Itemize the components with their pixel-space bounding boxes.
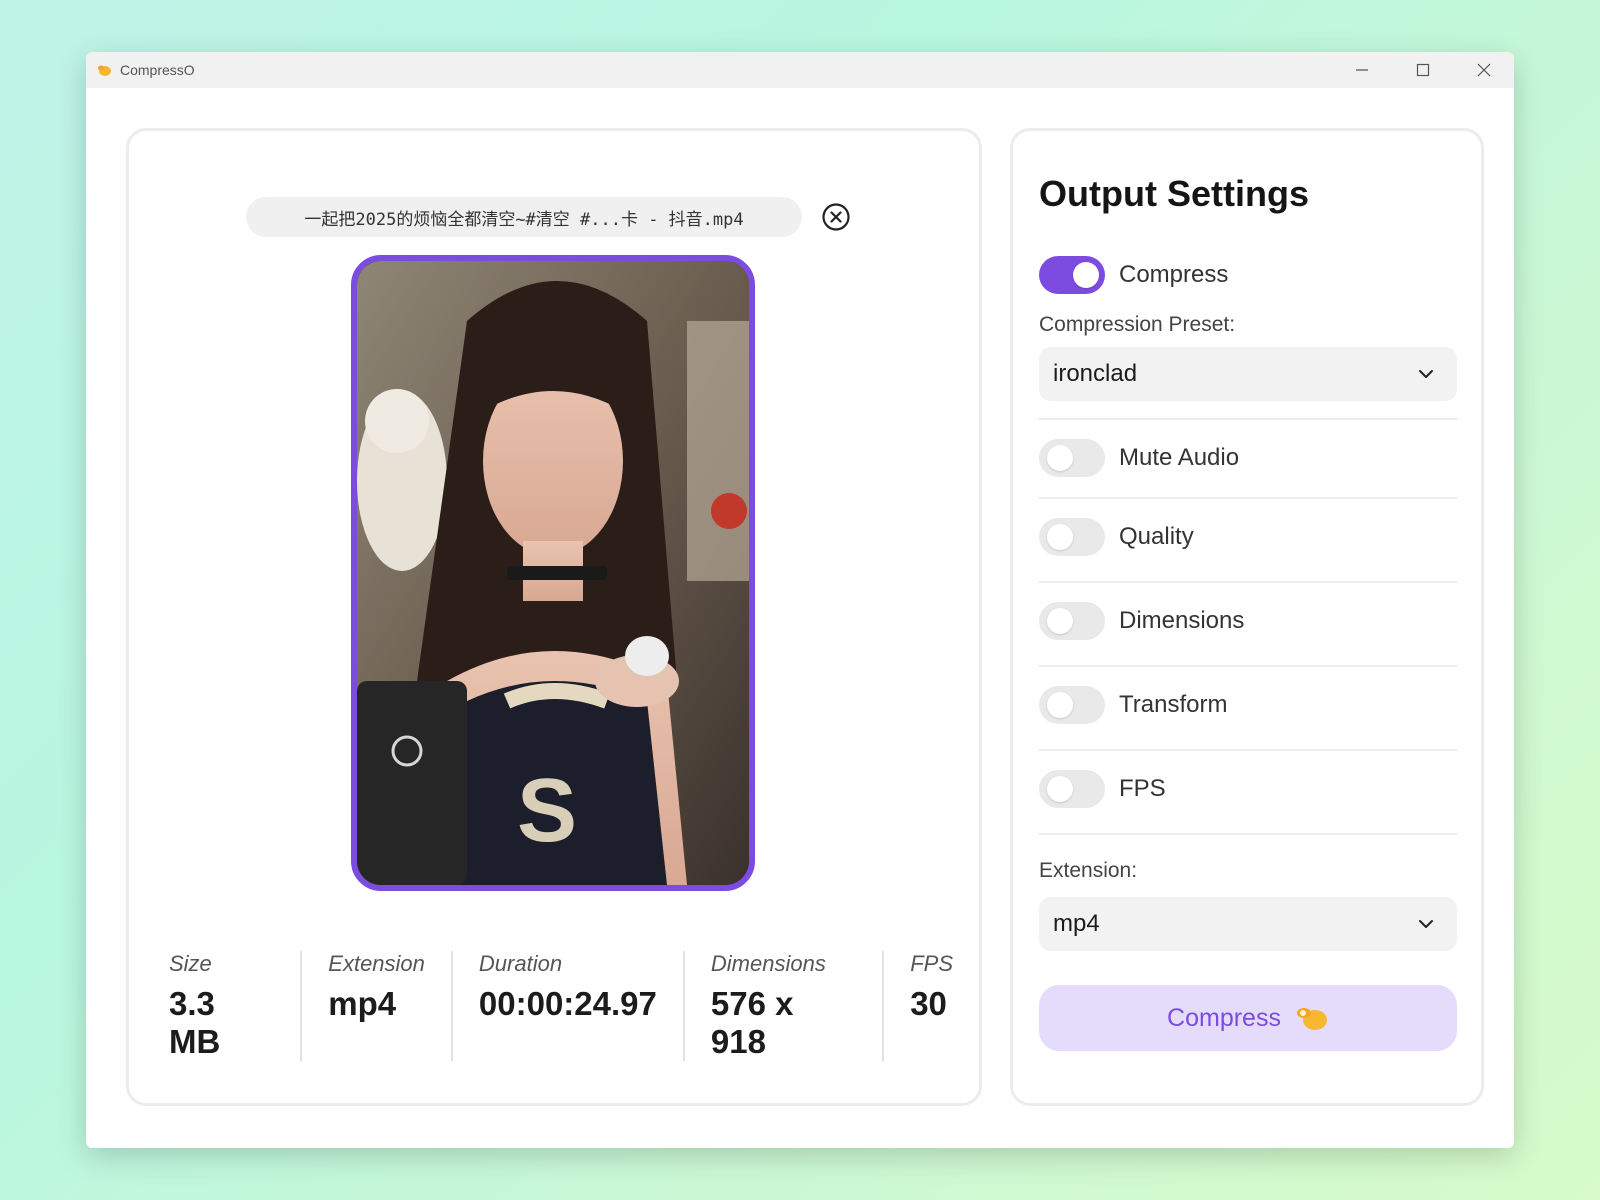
meta-duration: Duration 00:00:24.97: [450, 951, 683, 1061]
meta-dimensions: Dimensions 576 x 918: [682, 951, 882, 1061]
quality-label: Quality: [1119, 523, 1194, 550]
divider: [1039, 749, 1457, 751]
divider: [1039, 581, 1457, 583]
svg-text:S: S: [517, 761, 577, 861]
minimize-icon: [1355, 69, 1368, 71]
divider: [1039, 418, 1457, 420]
chevron-down-icon: [1419, 370, 1433, 378]
minimize-button[interactable]: [1331, 52, 1392, 88]
extension-value: mp4: [1053, 910, 1100, 937]
fps-toggle[interactable]: [1039, 770, 1105, 808]
file-name: 一起把2025的烦恼全都清空~#清空 #...卡 - 抖音.mp4: [246, 197, 802, 237]
dimensions-toggle[interactable]: [1039, 602, 1105, 640]
compress-toggle-label: Compress: [1119, 261, 1229, 288]
compress-toggle-row: Compress: [1039, 256, 1457, 294]
video-preview[interactable]: S: [351, 255, 755, 891]
meta-extension-label: Extension: [328, 951, 425, 976]
meta-extension: Extension mp4: [300, 951, 451, 1061]
title-bar: CompressO: [86, 52, 1514, 88]
divider: [1039, 665, 1457, 667]
meta-extension-value: mp4: [328, 985, 397, 1022]
output-settings-panel: Output Settings Compress Compression Pre…: [1010, 128, 1484, 1106]
maximize-button[interactable]: [1392, 52, 1453, 88]
dimensions-row: Dimensions: [1039, 602, 1457, 640]
settings-title: Output Settings: [1039, 173, 1309, 214]
mute-audio-toggle[interactable]: [1039, 439, 1105, 477]
meta-size-value: 3.3 MB: [169, 985, 221, 1060]
meta-size-label: Size: [169, 951, 212, 976]
app-window: CompressO 一起把2025的烦恼全都清空~#清空 #...卡 - 抖音.…: [86, 52, 1514, 1148]
video-thumbnail: S: [357, 261, 749, 885]
circle-x-icon: [822, 203, 850, 231]
close-icon: [1477, 63, 1490, 77]
maximize-icon: [1416, 63, 1429, 77]
pinch-hand-icon: [1296, 1008, 1327, 1030]
dimensions-label: Dimensions: [1119, 607, 1245, 634]
quality-toggle[interactable]: [1039, 518, 1105, 556]
fps-row: FPS: [1039, 770, 1457, 808]
meta-dimensions-value: 576 x 918: [710, 985, 794, 1060]
transform-row: Transform: [1039, 686, 1457, 724]
mute-audio-label: Mute Audio: [1119, 444, 1240, 471]
meta-duration-label: Duration: [478, 951, 563, 976]
transform-label: Transform: [1119, 691, 1228, 718]
compress-toggle[interactable]: [1039, 256, 1105, 294]
divider: [1039, 833, 1457, 835]
extension-label: Extension:: [1039, 859, 1138, 882]
extension-select[interactable]: mp4: [1039, 897, 1457, 951]
video-metadata: Size 3.3 MB Extension mp4 Duration 00:00…: [169, 951, 979, 1061]
meta-dimensions-label: Dimensions: [710, 951, 826, 976]
window-title: CompressO: [120, 62, 195, 78]
quality-row: Quality: [1039, 518, 1457, 556]
preset-value: ironclad: [1053, 360, 1138, 387]
close-window-button[interactable]: [1453, 52, 1514, 88]
meta-duration-value: 00:00:24.97: [478, 985, 657, 1022]
meta-fps-label: FPS: [910, 951, 953, 976]
compress-button[interactable]: Compress: [1039, 985, 1457, 1051]
transform-toggle[interactable]: [1039, 686, 1105, 724]
divider: [1039, 497, 1457, 499]
preset-label: Compression Preset:: [1039, 313, 1236, 336]
compresso-hand-icon: [98, 65, 111, 76]
remove-file-button[interactable]: [821, 202, 851, 232]
meta-fps-value: 30: [910, 985, 947, 1022]
compress-button-label: Compress: [1167, 1003, 1281, 1032]
meta-fps: FPS 30: [882, 951, 979, 1061]
fps-label: FPS: [1119, 775, 1166, 802]
meta-size: Size 3.3 MB: [169, 951, 300, 1061]
chevron-down-icon: [1419, 920, 1433, 928]
video-panel: 一起把2025的烦恼全都清空~#清空 #...卡 - 抖音.mp4 S Size…: [126, 128, 982, 1106]
mute-audio-row: Mute Audio: [1039, 439, 1457, 477]
preset-select[interactable]: ironclad: [1039, 347, 1457, 401]
